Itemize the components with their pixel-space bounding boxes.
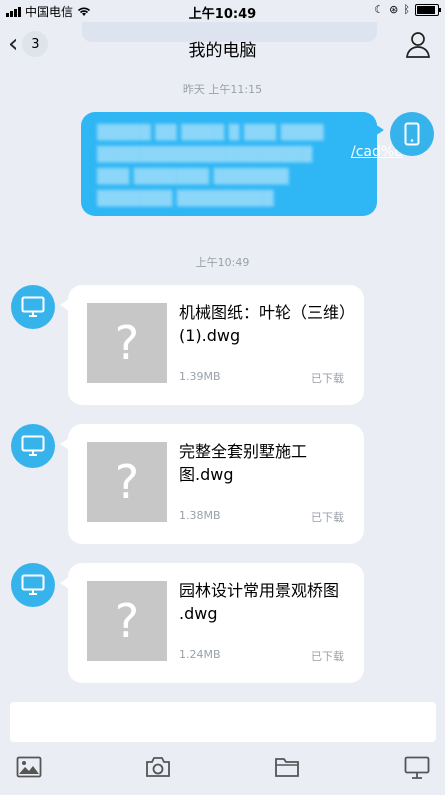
file-status: 已下载	[311, 650, 344, 663]
timestamp: 上午10:49	[195, 256, 250, 269]
message-input[interactable]	[10, 702, 436, 742]
page-title: 我的电脑	[188, 41, 257, 61]
camera-button[interactable]	[145, 756, 171, 782]
file-message[interactable]: ? 园林设计常用景观桥图 .dwg 1.24MB 已下载	[60, 563, 364, 683]
bottom-toolbar	[0, 742, 445, 795]
monitor-icon	[21, 435, 45, 456]
file-thumbnail-icon: ?	[87, 442, 167, 522]
phone-avatar	[390, 112, 434, 156]
computer-avatar	[11, 563, 55, 607]
folder-icon	[275, 758, 299, 777]
file-thumbnail-icon: ?	[87, 303, 167, 383]
moon-icon: ☾	[374, 3, 385, 16]
file-name: 园林设计常用景观桥图 .dwg	[179, 581, 340, 623]
file-size: 1.38MB	[179, 509, 221, 522]
monitor-icon	[21, 574, 45, 595]
battery-icon	[415, 3, 441, 16]
user-icon	[406, 32, 430, 58]
file-name: 完整全套别墅施工图.dwg	[179, 442, 308, 484]
file-message[interactable]: ? 机械图纸：叶轮（三维）(1).dwg 1.39MB 已下载	[60, 285, 364, 405]
folder-button[interactable]	[274, 756, 300, 782]
file-name: 机械图纸：叶轮（三维）(1).dwg	[179, 303, 348, 345]
file-message[interactable]: ? 完整全套别墅施工图.dwg 1.38MB 已下载	[60, 424, 364, 544]
timestamp: 昨天 上午11:15	[182, 83, 263, 96]
image-button[interactable]	[16, 756, 42, 782]
computer-avatar	[11, 424, 55, 468]
status-bar: 中国电信 上午10:49 ☾ ⊛ ᛒ	[0, 0, 445, 22]
file-status: 已下载	[311, 372, 344, 385]
file-thumbnail-icon: ?	[87, 581, 167, 661]
blurred-text: ▒▒▒▒▒ ▒▒ ▒▒▒▒ ▒ ▒▒▒ ▒▒▒▒ ▒▒▒▒▒▒▒▒▒▒▒▒▒▒▒▒…	[97, 125, 324, 207]
profile-button[interactable]	[405, 30, 431, 62]
file-size: 1.39MB	[179, 370, 221, 383]
rotation-lock-icon: ⊛	[389, 3, 399, 16]
image-icon	[16, 756, 42, 778]
status-right: ☾ ⊛ ᛒ	[374, 3, 441, 16]
computer-avatar	[11, 285, 55, 329]
phone-icon	[404, 122, 420, 146]
nav-bar: ‹ 3 我的电脑	[0, 22, 445, 70]
computer-icon	[404, 756, 430, 779]
file-size: 1.24MB	[179, 648, 221, 661]
camera-icon	[146, 757, 170, 777]
computer-button[interactable]	[404, 756, 430, 784]
bluetooth-icon: ᛒ	[403, 3, 410, 16]
link-message-bubble[interactable]: ▒▒▒▒▒ ▒▒ ▒▒▒▒ ▒ ▒▒▒ ▒▒▒▒ ▒▒▒▒▒▒▒▒▒▒▒▒▒▒▒▒…	[81, 112, 403, 216]
file-status: 已下载	[311, 511, 344, 524]
monitor-icon	[21, 296, 45, 317]
